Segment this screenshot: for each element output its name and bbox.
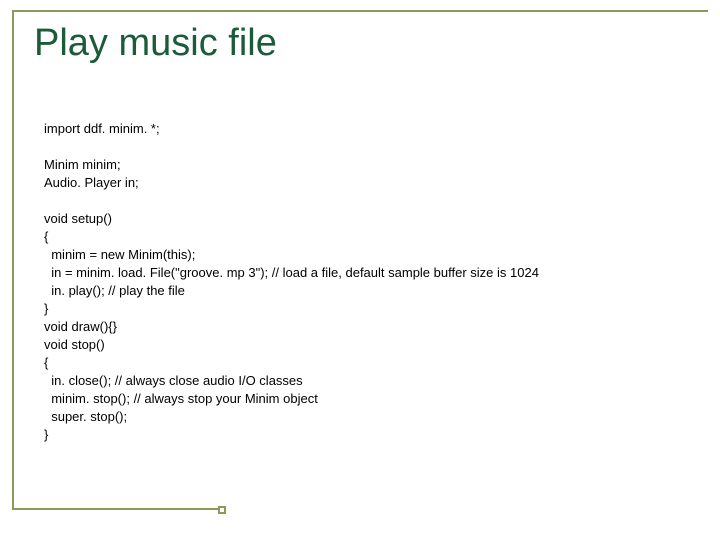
decorative-rule-marker xyxy=(218,506,226,514)
decorative-rule-left xyxy=(12,10,14,510)
decorative-rule-bottom xyxy=(12,508,220,510)
page-title: Play music file xyxy=(34,22,277,65)
slide: Play music file import ddf. minim. *; Mi… xyxy=(0,0,720,540)
decorative-rule-top xyxy=(12,10,708,12)
code-block: import ddf. minim. *; Minim minim; Audio… xyxy=(44,120,690,444)
